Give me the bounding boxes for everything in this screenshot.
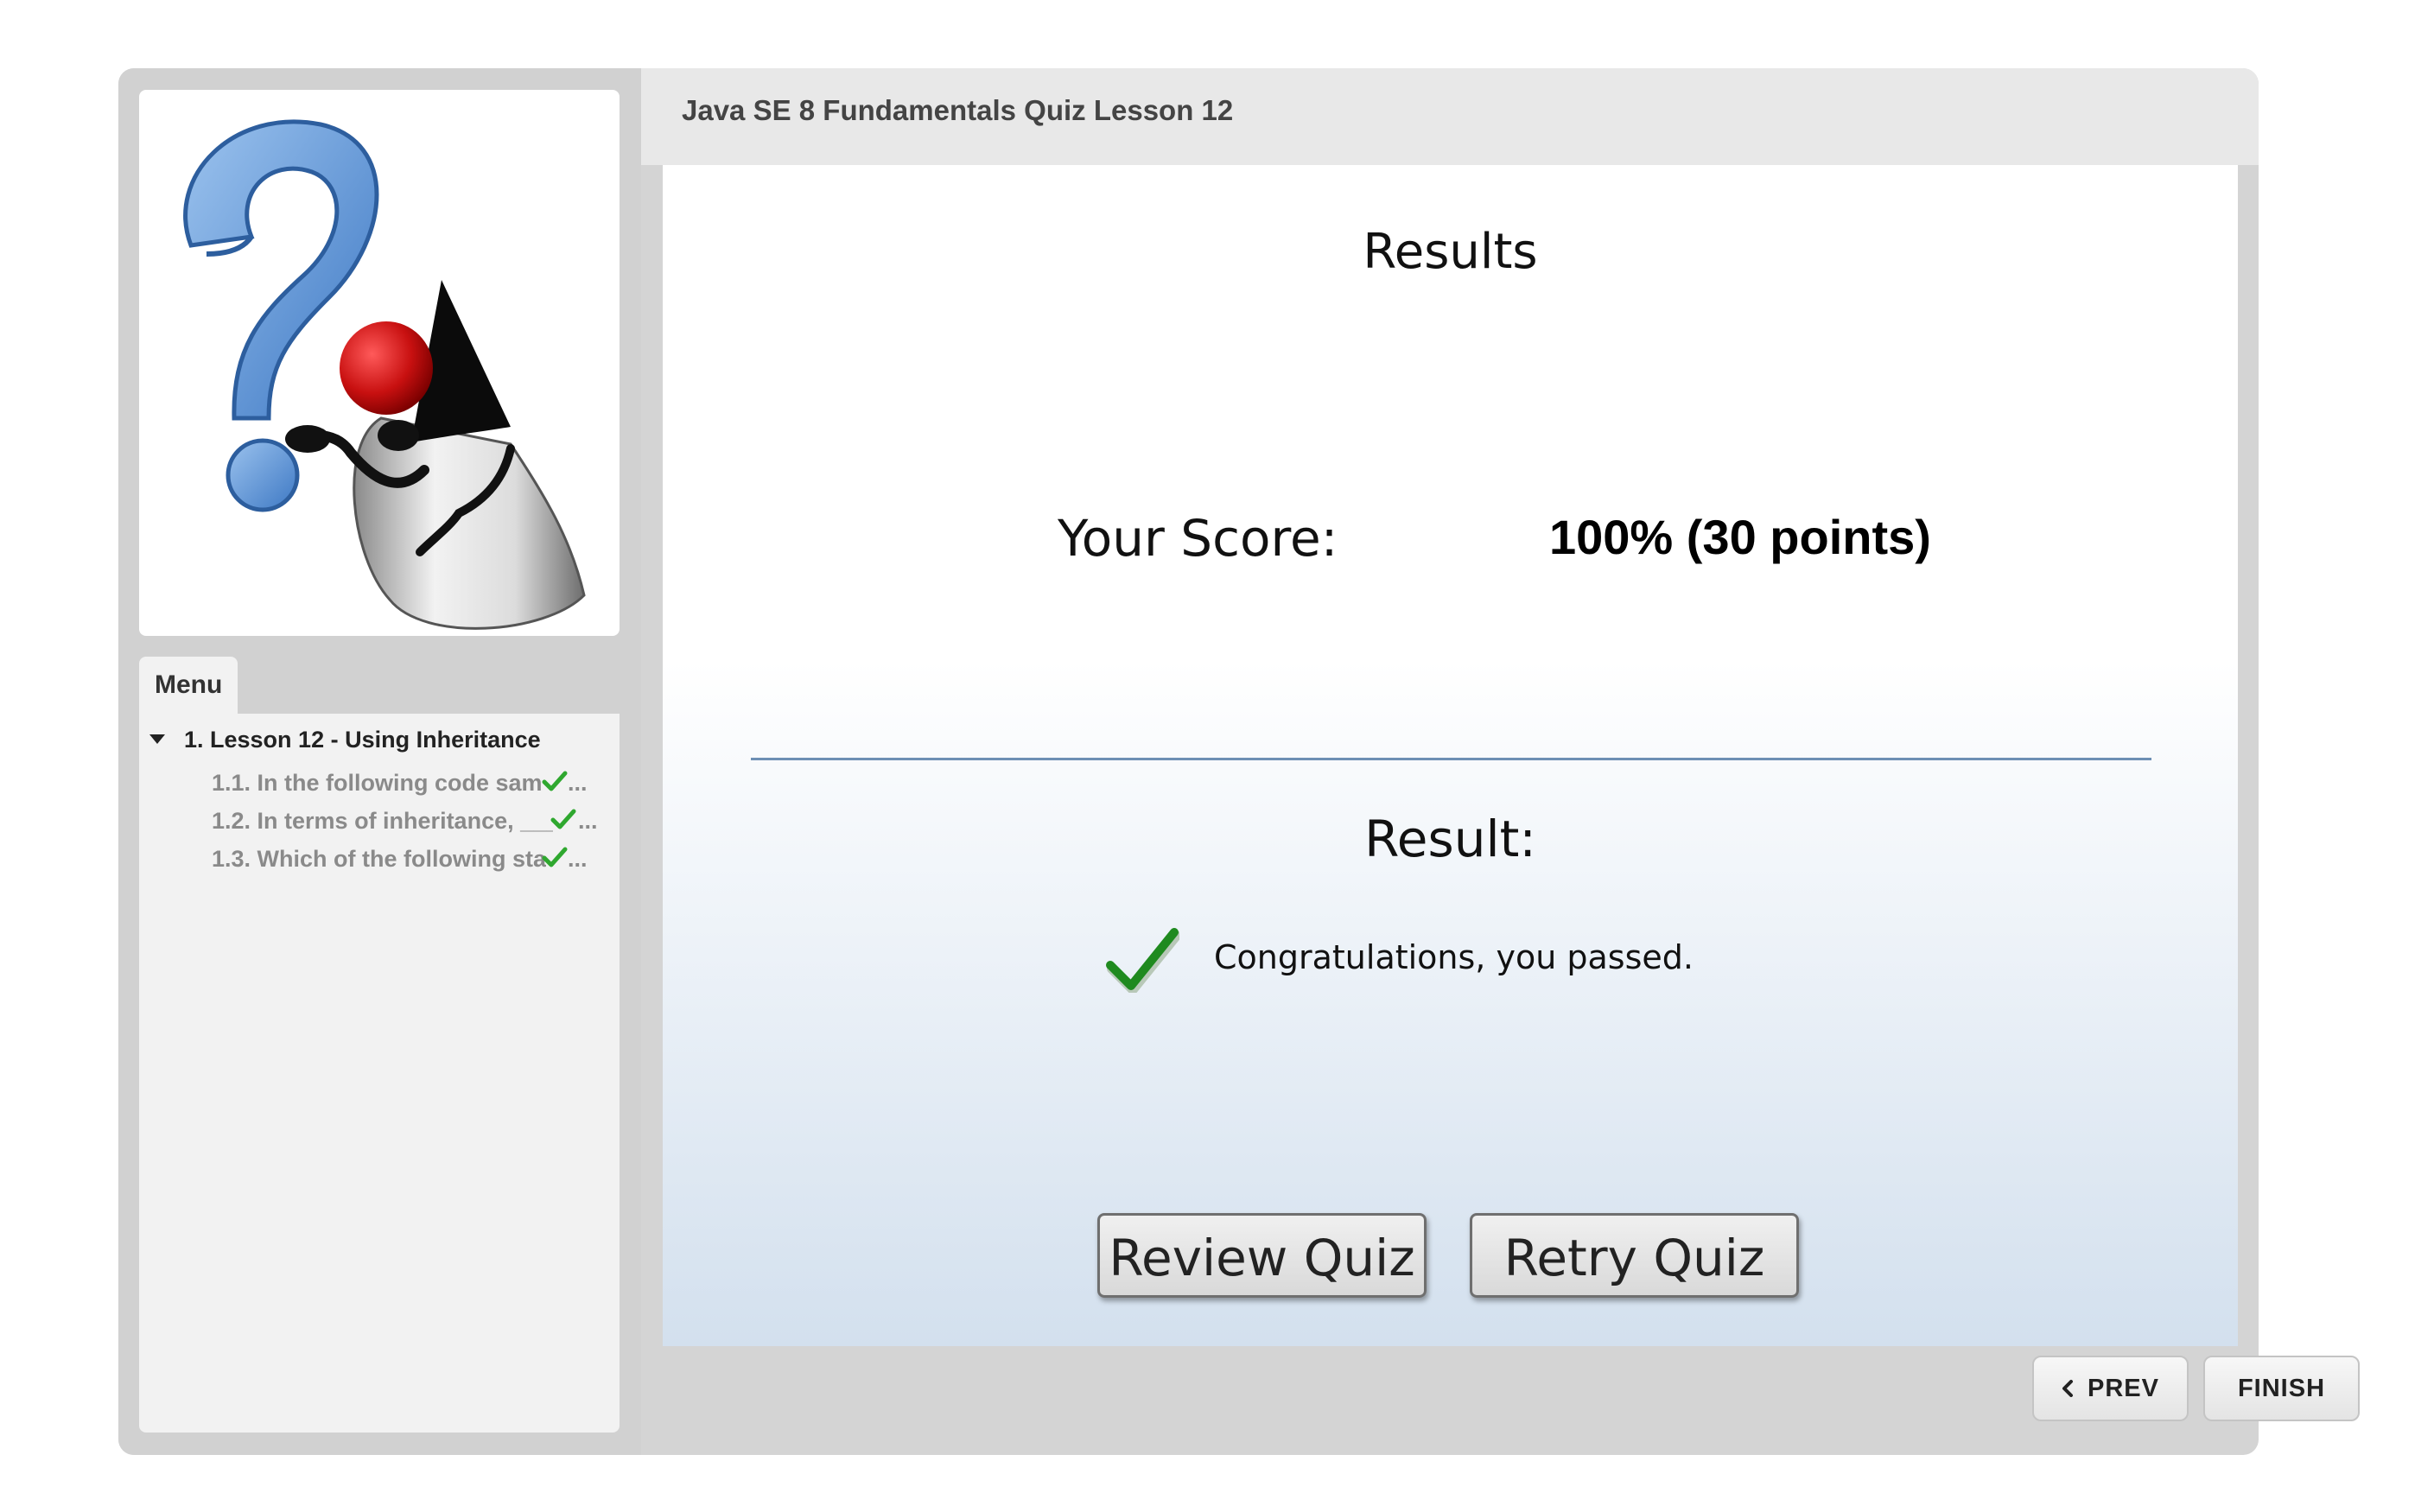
expand-triangle-icon[interactable] xyxy=(149,734,165,744)
check-icon xyxy=(542,847,568,867)
question-item-2[interactable]: 1.2. In terms of inheritance, ___ ... xyxy=(212,802,609,840)
question-item-3[interactable]: 1.3. Which of the following sta ... xyxy=(212,840,609,878)
lesson-item[interactable]: 1. Lesson 12 - Using Inheritance xyxy=(149,721,541,759)
divider xyxy=(751,758,2151,760)
chevron-left-icon xyxy=(2062,1380,2073,1397)
question-ellipsis: ... xyxy=(578,808,598,834)
menu-panel: 1. Lesson 12 - Using Inheritance 1.1. In… xyxy=(139,714,620,1433)
check-icon xyxy=(550,809,576,829)
finish-label: FINISH xyxy=(2237,1374,2326,1402)
question-ellipsis: ... xyxy=(568,770,588,796)
pass-message: Congratulations, you passed. xyxy=(1214,938,1694,976)
prev-button[interactable]: PREV xyxy=(2032,1356,2189,1421)
question-label: 1.1. In the following code sam xyxy=(212,770,543,796)
pass-check-icon xyxy=(1106,928,1179,993)
title-bar: Java SE 8 Fundamentals Quiz Lesson 12 xyxy=(641,68,2259,165)
question-ellipsis: ... xyxy=(568,846,588,872)
retry-quiz-button[interactable]: Retry Quiz xyxy=(1470,1213,1799,1298)
finish-button[interactable]: FINISH xyxy=(2203,1356,2360,1421)
question-label: 1.2. In terms of inheritance, ___ xyxy=(212,808,553,834)
quiz-player: Menu 1. Lesson 12 - Using Inheritance 1.… xyxy=(118,68,2360,1455)
prev-label: PREV xyxy=(2088,1374,2159,1402)
lesson-label: 1. Lesson 12 - Using Inheritance xyxy=(184,726,541,753)
question-item-1[interactable]: 1.1. In the following code sam ... xyxy=(212,764,609,802)
sidebar: Menu 1. Lesson 12 - Using Inheritance 1.… xyxy=(118,68,641,1455)
menu-tab[interactable]: Menu xyxy=(139,657,238,714)
check-icon xyxy=(542,771,568,791)
question-label: 1.3. Which of the following sta xyxy=(212,846,547,872)
quiz-title: Java SE 8 Fundamentals Quiz Lesson 12 xyxy=(682,94,1234,126)
review-quiz-button[interactable]: Review Quiz xyxy=(1097,1213,1427,1298)
score-value: 100% (30 points) xyxy=(1549,510,1931,564)
results-title: Results xyxy=(1363,224,1538,280)
results-slide: Results Your Score: 100% (30 points) Res… xyxy=(663,165,2238,1346)
result-label: Result: xyxy=(1364,810,1536,868)
score-label: Your Score: xyxy=(1058,509,1338,568)
duke-question-mascot-icon xyxy=(183,119,586,630)
quiz-logo-panel xyxy=(139,90,620,636)
main-area: Java SE 8 Fundamentals Quiz Lesson 12 Re… xyxy=(641,68,2360,1455)
